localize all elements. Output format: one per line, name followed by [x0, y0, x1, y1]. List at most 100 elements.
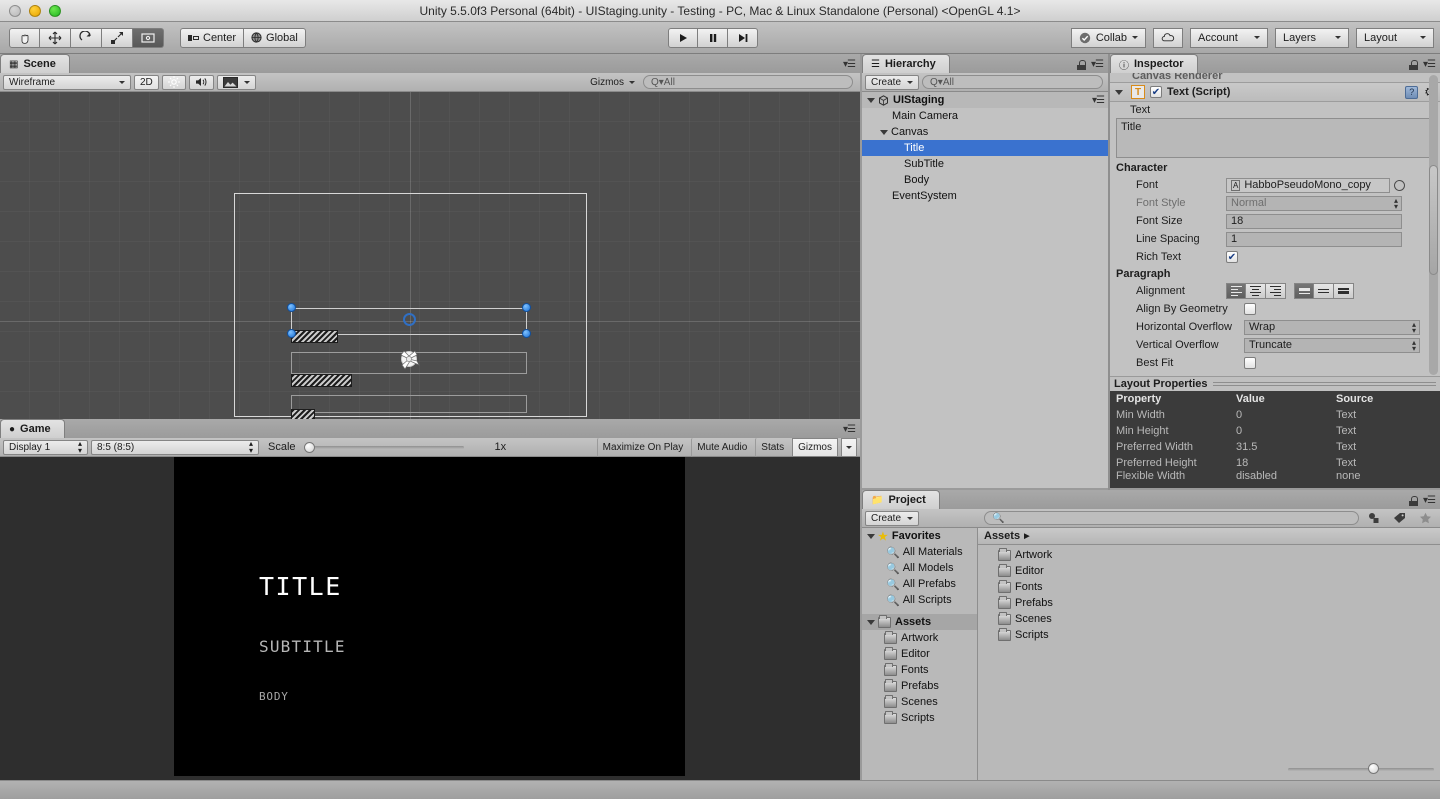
vertical-alignment-group[interactable]: [1294, 283, 1354, 299]
list-item[interactable]: Fonts: [978, 579, 1440, 595]
hierarchy-row-scene[interactable]: UIStaging ▾☰: [862, 92, 1108, 108]
list-item[interactable]: Scenes: [978, 611, 1440, 627]
project-assets-group[interactable]: Assets: [862, 614, 977, 630]
scene-viewport[interactable]: [0, 92, 860, 419]
list-item[interactable]: Editor: [978, 563, 1440, 579]
project-tree-fonts[interactable]: Fonts: [862, 662, 977, 678]
move-tool-button[interactable]: [40, 27, 71, 48]
panel-menu-icon[interactable]: ▾☰: [843, 424, 856, 435]
project-tree-pane[interactable]: ★ Favorites 🔍 All Materials 🔍 All Models…: [862, 528, 978, 780]
inspector-scroll-thumb[interactable]: [1429, 165, 1438, 275]
canvas-renderer-component-header[interactable]: Canvas Renderer: [1110, 73, 1440, 82]
favorites-filter-button[interactable]: [1414, 511, 1437, 526]
text-value-input[interactable]: Title: [1116, 118, 1434, 158]
game-viewport[interactable]: TITLE SUBTITLE BODY: [0, 457, 860, 780]
filter-by-type-button[interactable]: [1362, 511, 1385, 526]
project-tree-artwork[interactable]: Artwork: [862, 630, 977, 646]
display-dropdown[interactable]: Display 1 ▴ ▾: [3, 439, 88, 455]
tab-scene[interactable]: ▦ Scene: [0, 54, 70, 73]
tab-inspector[interactable]: ⓘ Inspector: [1110, 54, 1198, 73]
account-button[interactable]: Account: [1190, 27, 1268, 48]
hierarchy-row-main-camera[interactable]: Main Camera: [862, 108, 1108, 124]
align-by-geometry-checkbox[interactable]: [1244, 303, 1256, 315]
project-tree-scenes[interactable]: Scenes: [862, 694, 977, 710]
breadcrumb-assets[interactable]: Assets: [984, 530, 1020, 542]
lock-icon[interactable]: [1077, 59, 1087, 70]
scale-slider-track[interactable]: [303, 445, 464, 449]
project-tab-controls[interactable]: ▾☰: [1409, 495, 1436, 506]
hierarchy-row-canvas[interactable]: Canvas: [862, 124, 1108, 140]
scene-fx-dropdown[interactable]: [216, 74, 256, 90]
game-gizmos-dropdown[interactable]: [841, 437, 857, 457]
hierarchy-row-eventsystem[interactable]: EventSystem: [862, 188, 1108, 204]
text-component-enabled-checkbox[interactable]: ✔: [1150, 86, 1162, 98]
chevron-down-icon[interactable]: [880, 129, 888, 135]
project-content-pane[interactable]: Assets ▶ Artwork Editor Fonts Prefabs Sc…: [978, 528, 1440, 780]
aspect-dropdown[interactable]: 8:5 (8:5) ▴ ▾: [91, 439, 259, 455]
game-tab-menu[interactable]: ▾☰: [843, 424, 856, 435]
hierarchy-search-input[interactable]: Q▾All: [922, 75, 1103, 89]
align-middle-button[interactable]: [1314, 283, 1334, 299]
tab-hierarchy[interactable]: ☰ Hierarchy: [862, 54, 950, 73]
inspector-scrollbar[interactable]: [1429, 75, 1438, 375]
hierarchy-tab-controls[interactable]: ▾☰: [1077, 59, 1104, 70]
playback-controls[interactable]: [668, 27, 758, 48]
align-left-button[interactable]: [1226, 283, 1246, 299]
scene-menu-icon[interactable]: ▾☰: [1092, 95, 1105, 106]
pause-button[interactable]: [698, 27, 728, 48]
icon-size-slider-track[interactable]: [1288, 767, 1434, 771]
text-component-header[interactable]: T ✔ Text (Script) ? ⚙: [1110, 82, 1440, 102]
object-picker-icon[interactable]: [1394, 179, 1405, 191]
project-favorite-all-prefabs[interactable]: 🔍 All Prefabs: [862, 576, 977, 592]
lock-icon[interactable]: [1409, 59, 1419, 70]
scale-slider[interactable]: [303, 441, 464, 453]
layout-button[interactable]: Layout: [1356, 27, 1434, 48]
line-spacing-input[interactable]: 1: [1226, 231, 1402, 247]
chevron-down-icon[interactable]: [867, 533, 875, 539]
collab-button[interactable]: Collab: [1070, 27, 1146, 48]
camera-gizmo-icon[interactable]: [397, 346, 423, 370]
game-gizmos-button[interactable]: Gizmos: [792, 437, 838, 457]
project-tree-scripts[interactable]: Scripts: [862, 710, 977, 726]
tab-game[interactable]: ● Game: [0, 419, 65, 438]
lock-icon[interactable]: [1409, 495, 1419, 506]
align-center-button[interactable]: [1246, 283, 1266, 299]
project-tree-prefabs[interactable]: Prefabs: [862, 678, 977, 694]
project-favorite-all-scripts[interactable]: 🔍 All Scripts: [862, 592, 977, 608]
panel-menu-icon[interactable]: ▾☰: [1091, 59, 1104, 70]
project-tree-editor[interactable]: Editor: [862, 646, 977, 662]
toggle-2d-button[interactable]: 2D: [134, 74, 159, 90]
step-button[interactable]: [728, 27, 758, 48]
transform-tools-group[interactable]: [9, 27, 164, 48]
cloud-button[interactable]: [1153, 27, 1183, 48]
vertical-overflow-dropdown[interactable]: Truncate ▴ ▾: [1244, 337, 1420, 353]
list-item[interactable]: Prefabs: [978, 595, 1440, 611]
font-size-input[interactable]: 18: [1226, 213, 1402, 229]
scene-lighting-toggle[interactable]: [161, 74, 186, 90]
maximize-on-play-button[interactable]: Maximize On Play: [596, 437, 689, 457]
project-favorite-all-materials[interactable]: 🔍 All Materials: [862, 544, 977, 560]
align-right-button[interactable]: [1266, 283, 1286, 299]
space-mode-button[interactable]: Global: [244, 27, 306, 48]
panel-menu-icon[interactable]: ▾☰: [843, 59, 856, 70]
help-icon[interactable]: ?: [1405, 85, 1419, 99]
align-bottom-button[interactable]: [1334, 283, 1354, 299]
layers-button[interactable]: Layers: [1275, 27, 1349, 48]
scene-search-input[interactable]: Q▾All: [643, 75, 853, 89]
rect-tool-button[interactable]: [133, 27, 164, 48]
chevron-down-icon[interactable]: [1115, 89, 1123, 95]
project-create-button[interactable]: Create: [865, 510, 920, 526]
scale-tool-button[interactable]: [102, 27, 133, 48]
icon-size-slider[interactable]: [1288, 763, 1434, 775]
best-fit-checkbox[interactable]: [1244, 357, 1256, 369]
play-button[interactable]: [668, 27, 698, 48]
breadcrumb[interactable]: Assets ▶: [978, 528, 1440, 545]
icon-size-slider-knob[interactable]: [1368, 763, 1379, 774]
font-field[interactable]: A HabboPseudoMono_copy: [1226, 177, 1390, 193]
list-item[interactable]: Artwork: [978, 547, 1440, 563]
scene-gizmos-dropdown[interactable]: Gizmos: [585, 75, 640, 90]
chevron-down-icon[interactable]: [867, 619, 875, 625]
hierarchy-create-button[interactable]: Create: [865, 74, 920, 90]
align-top-button[interactable]: [1294, 283, 1314, 299]
layout-properties-header[interactable]: Layout Properties: [1110, 376, 1440, 391]
